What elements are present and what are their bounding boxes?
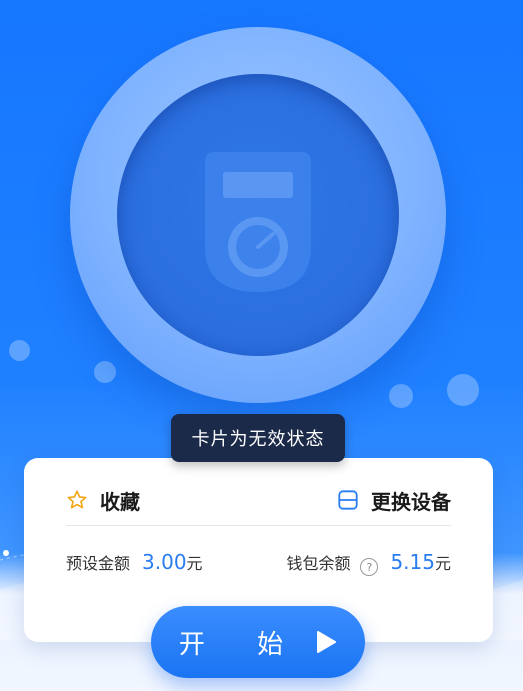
help-icon[interactable]: ? bbox=[360, 558, 379, 577]
wallet-balance-unit: 元 bbox=[434, 553, 451, 573]
preset-amount-unit: 元 bbox=[186, 554, 203, 573]
preset-amount-value: 3.00 bbox=[142, 550, 187, 574]
wallet-balance: 钱包余额 ? 5.15 元 bbox=[286, 549, 451, 577]
switch-device-button[interactable]: 更换设备 bbox=[337, 486, 451, 515]
star-icon bbox=[67, 490, 87, 509]
switch-device-icon bbox=[338, 490, 358, 510]
decor-bubble bbox=[94, 361, 116, 383]
favorite-label: 收藏 bbox=[100, 489, 140, 514]
decor-bubble bbox=[389, 384, 413, 408]
toast-message: 卡片为无效状态 bbox=[191, 429, 325, 450]
favorite-button[interactable]: 收藏 bbox=[66, 486, 140, 515]
decor-bubble bbox=[9, 340, 30, 361]
meter-device-icon bbox=[205, 152, 311, 292]
preset-amount: 预设金额 3.00 元 bbox=[66, 550, 203, 574]
invalid-card-toast: 卡片为无效状态 bbox=[171, 414, 345, 462]
decor-bubble bbox=[447, 374, 479, 406]
card-divider bbox=[66, 525, 451, 526]
preset-amount-label: 预设金额 bbox=[66, 554, 131, 573]
wallet-balance-value: 5.15 bbox=[390, 549, 435, 574]
start-button[interactable]: 开 始 bbox=[151, 606, 365, 678]
switch-device-label: 更换设备 bbox=[371, 489, 451, 514]
start-label: 开 始 bbox=[178, 629, 306, 660]
play-icon bbox=[317, 631, 337, 653]
wallet-balance-label: 钱包余额 bbox=[286, 553, 351, 573]
